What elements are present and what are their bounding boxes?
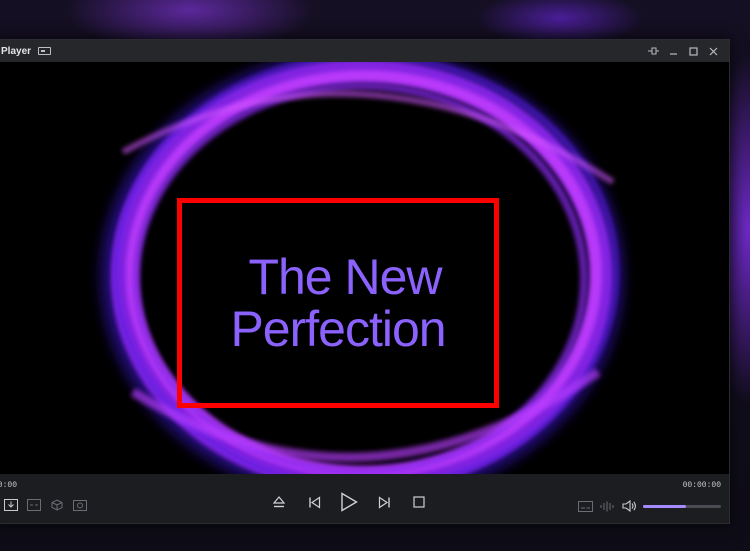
download-button[interactable] [3, 498, 19, 512]
total-time: 00:00:00 [682, 481, 721, 490]
subtitle-box-button[interactable] [26, 498, 42, 512]
pin-icon [647, 47, 659, 55]
minimize-icon [669, 52, 677, 55]
subtitle-button[interactable] [577, 499, 593, 513]
next-button[interactable] [374, 492, 394, 512]
eject-icon [273, 495, 285, 507]
caption-line-1: The New [248, 249, 442, 305]
left-tools [3, 498, 88, 512]
playback-controls [269, 492, 429, 512]
right-tools [577, 499, 721, 513]
audio-track-button[interactable] [599, 499, 615, 513]
screenshot-button[interactable] [72, 498, 88, 512]
previous-icon [308, 495, 320, 509]
close-icon [709, 47, 717, 55]
title-bar[interactable]: Player [0, 40, 729, 62]
desktop-background: Player The New Perfection 0:00 00:00:00 [0, 0, 750, 551]
video-area[interactable]: The New Perfection [0, 62, 729, 474]
window-controls [643, 42, 723, 60]
play-icon [341, 492, 358, 512]
subtitle-icon [577, 500, 593, 512]
audio-wave-icon [600, 501, 613, 511]
screenshot-icon [73, 500, 87, 511]
stop-button[interactable] [409, 492, 429, 512]
minimize-button[interactable] [663, 42, 683, 60]
volume-slider[interactable] [643, 504, 721, 508]
subtitle-box-icon [27, 499, 41, 511]
speaker-icon [621, 500, 636, 512]
volume-level [643, 504, 686, 508]
highlight-box: The New Perfection [177, 198, 499, 408]
next-icon [378, 495, 390, 509]
mute-button[interactable] [621, 499, 637, 513]
eject-button[interactable] [269, 492, 289, 512]
elapsed-time: 00:00 [0, 481, 18, 490]
app-title: Player [1, 45, 32, 57]
caption-line-2: Perfection [230, 301, 446, 357]
player-window: Player The New Perfection 0:00 00:00:00 [0, 39, 730, 524]
previous-button[interactable] [304, 492, 324, 512]
stop-icon [413, 496, 425, 508]
mini-mode-icon[interactable] [38, 47, 52, 55]
3d-button[interactable] [49, 498, 65, 512]
pin-button[interactable] [643, 42, 663, 60]
maximize-button[interactable] [683, 42, 703, 60]
control-bar: 00:00 00:00:00 [0, 474, 729, 523]
3d-cube-icon [51, 499, 63, 511]
download-icon [4, 499, 18, 511]
play-button[interactable] [339, 492, 359, 512]
maximize-icon [688, 46, 698, 56]
close-button[interactable] [703, 42, 723, 60]
